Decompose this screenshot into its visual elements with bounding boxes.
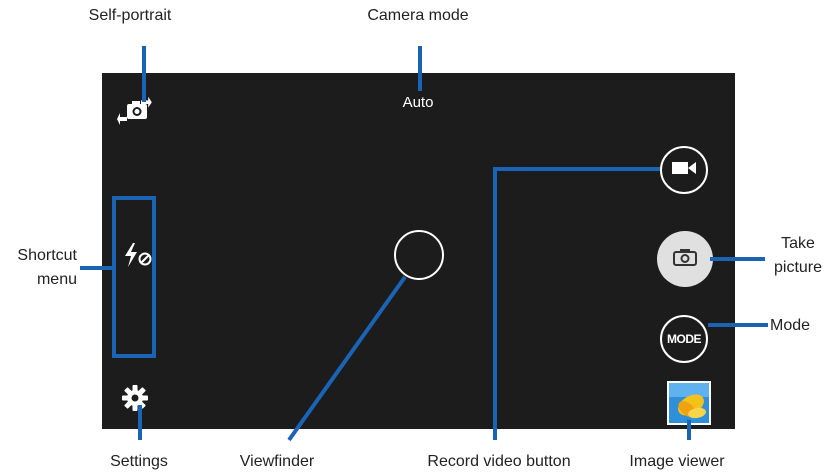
gear-icon[interactable] [121, 384, 149, 412]
take-picture-label-line2: picture [773, 259, 823, 276]
settings-label: Settings [110, 453, 168, 470]
take-picture-label-line1: Take [781, 235, 815, 252]
camera-mode-callout-label: Camera mode [367, 7, 469, 24]
camera-icon [673, 248, 697, 271]
camera-switch-icon[interactable] [117, 95, 159, 127]
video-camera-icon [671, 160, 697, 181]
viewfinder-focus-ring[interactable] [394, 230, 444, 280]
mode-button-label: MODE [667, 332, 702, 346]
take-picture-button[interactable] [657, 231, 713, 287]
camera-mode-label: Auto [402, 94, 434, 111]
gallery-thumbnail-icon[interactable] [667, 381, 711, 425]
shortcut-menu-label-line1: Shortcut [17, 247, 77, 264]
mode-callout-label: Mode [770, 317, 811, 334]
viewfinder-label: Viewfinder [239, 453, 315, 470]
mode-button[interactable]: MODE [660, 315, 708, 363]
shortcut-menu-label-line2: menu [36, 271, 77, 288]
self-portrait-label: Self-portrait [88, 7, 172, 24]
record-video-button[interactable] [660, 146, 708, 194]
flash-off-icon[interactable] [121, 241, 155, 269]
shortcut-menu [112, 196, 156, 358]
image-viewer-label: Image viewer [629, 453, 725, 470]
record-video-button-label: Record video button [427, 453, 571, 470]
